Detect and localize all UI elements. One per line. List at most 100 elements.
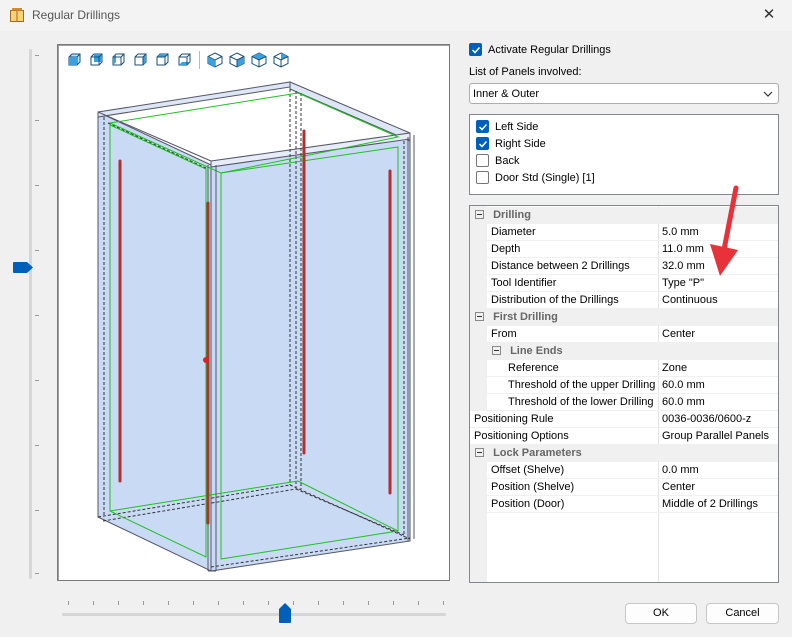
- panel-label: Right Side: [495, 137, 546, 150]
- close-button[interactable]: ✕: [746, 0, 792, 31]
- collapse-icon[interactable]: [475, 209, 484, 219]
- panel-checkbox[interactable]: [476, 154, 489, 167]
- panel-checkbox[interactable]: [476, 120, 489, 133]
- activate-regular-drillings[interactable]: Activate Regular Drillings: [469, 43, 611, 56]
- cancel-button[interactable]: Cancel: [706, 603, 779, 624]
- property-name: Offset (Shelve): [491, 464, 565, 476]
- slider-tick: [35, 445, 39, 446]
- panels-combo[interactable]: Inner & Outer: [469, 83, 779, 104]
- property-value[interactable]: Zone: [658, 360, 778, 376]
- checkmark-icon: [478, 123, 487, 131]
- panel-label: Back: [495, 154, 520, 167]
- property-row[interactable]: Distribution of the Drillings Continuous: [470, 292, 778, 309]
- collapse-icon[interactable]: [475, 447, 484, 457]
- property-row[interactable]: Threshold of the lower Drilling 60.0 mm: [470, 394, 778, 411]
- slider-tick: [35, 250, 39, 251]
- slider-tick: [35, 573, 39, 574]
- panel-checkbox[interactable]: [476, 171, 489, 184]
- panel-item-right-side[interactable]: Right Side: [476, 135, 546, 152]
- iso-view-2-icon[interactable]: [227, 50, 247, 70]
- collapse-icon[interactable]: [475, 311, 484, 321]
- property-value[interactable]: 0.0 mm: [658, 462, 778, 478]
- slider-tick: [318, 601, 319, 605]
- panel-item-left-side[interactable]: Left Side: [476, 118, 538, 135]
- horizontal-slider[interactable]: [60, 596, 450, 626]
- horizontal-slider-track: [62, 613, 446, 616]
- slider-tick: [35, 120, 39, 121]
- property-value[interactable]: Middle of 2 Drillings: [658, 496, 778, 512]
- property-value[interactable]: 0036-0036/0600-z: [658, 411, 778, 427]
- view-right-cube-icon[interactable]: [130, 50, 150, 70]
- property-row[interactable]: Positioning Options Group Parallel Panels: [470, 428, 778, 445]
- property-name: Depth: [491, 243, 521, 255]
- property-row[interactable]: Reference Zone: [470, 360, 778, 377]
- property-row[interactable]: Position (Door) Middle of 2 Drillings: [470, 496, 778, 513]
- view-front-cube-icon[interactable]: [64, 50, 84, 70]
- property-name: Threshold of the lower Drilling: [508, 396, 654, 408]
- cabinet-3d-drawing: [97, 81, 415, 572]
- view-top-cube-icon[interactable]: [152, 50, 172, 70]
- view-bottom-cube-icon[interactable]: [174, 50, 194, 70]
- property-value[interactable]: Group Parallel Panels: [658, 428, 778, 444]
- property-row[interactable]: Position (Shelve) Center: [470, 479, 778, 496]
- preview-viewport[interactable]: [57, 44, 450, 581]
- close-icon: ✕: [762, 6, 776, 23]
- view-back-cube-icon[interactable]: [86, 50, 106, 70]
- slider-tick: [193, 601, 194, 605]
- subcategory-title: Line Ends: [510, 345, 563, 357]
- category-title: Lock Parameters: [493, 447, 582, 459]
- slider-tick: [393, 601, 394, 605]
- property-row[interactable]: Offset (Shelve) 0.0 mm: [470, 462, 778, 479]
- vertical-slider[interactable]: [13, 45, 42, 581]
- panel-item-door[interactable]: Door Std (Single) [1]: [476, 169, 595, 186]
- view-left-cube-icon[interactable]: [108, 50, 128, 70]
- category-title: Drilling: [493, 209, 531, 221]
- horizontal-slider-thumb[interactable]: [279, 603, 291, 623]
- property-row[interactable]: Threshold of the upper Drilling 60.0 mm: [470, 377, 778, 394]
- property-name: Distribution of the Drillings: [491, 294, 619, 306]
- slider-tick: [418, 601, 419, 605]
- property-value[interactable]: Continuous: [658, 292, 778, 308]
- slider-tick: [268, 601, 269, 605]
- property-name: Position (Shelve): [491, 481, 575, 493]
- slider-tick: [293, 601, 294, 605]
- iso-view-3-icon[interactable]: [249, 50, 269, 70]
- slider-tick: [35, 510, 39, 511]
- property-value[interactable]: Center: [658, 479, 778, 495]
- slider-tick: [143, 601, 144, 605]
- iso-view-1-icon[interactable]: [205, 50, 225, 70]
- panel-label: Door Std (Single) [1]: [495, 171, 595, 184]
- vertical-slider-thumb[interactable]: [13, 262, 33, 273]
- panels-combo-value: Inner & Outer: [473, 88, 540, 100]
- property-name: Diameter: [491, 226, 536, 238]
- iso-view-4-icon[interactable]: [271, 50, 291, 70]
- property-name: Position (Door): [491, 498, 565, 510]
- property-value[interactable]: 60.0 mm: [658, 394, 778, 410]
- category-first-drilling[interactable]: First Drilling: [470, 309, 778, 326]
- category-title: First Drilling: [493, 311, 558, 323]
- category-lock-parameters[interactable]: Lock Parameters: [470, 445, 778, 462]
- property-name: Tool Identifier: [491, 277, 557, 289]
- subcategory-line-ends[interactable]: Line Ends: [470, 343, 778, 360]
- panel-item-back[interactable]: Back: [476, 152, 519, 169]
- activate-checkbox[interactable]: [469, 43, 482, 56]
- slider-tick: [35, 315, 39, 316]
- window-title: Regular Drillings: [32, 8, 121, 22]
- slider-tick: [68, 601, 69, 605]
- slider-tick: [443, 601, 444, 605]
- title-bar: Regular Drillings ✕: [0, 0, 792, 31]
- toolbar-separator: [199, 51, 200, 69]
- slider-tick: [218, 601, 219, 605]
- property-value[interactable]: 60.0 mm: [658, 377, 778, 393]
- ok-button[interactable]: OK: [625, 603, 697, 624]
- property-row[interactable]: From Center: [470, 326, 778, 343]
- slider-tick: [343, 601, 344, 605]
- property-name: Positioning Options: [470, 428, 657, 444]
- slider-tick: [168, 601, 169, 605]
- property-value[interactable]: Center: [658, 326, 778, 342]
- collapse-icon[interactable]: [492, 345, 501, 355]
- slider-tick: [35, 185, 39, 186]
- property-row[interactable]: Positioning Rule 0036-0036/0600-z: [470, 411, 778, 428]
- panel-checkbox[interactable]: [476, 137, 489, 150]
- slider-tick: [35, 380, 39, 381]
